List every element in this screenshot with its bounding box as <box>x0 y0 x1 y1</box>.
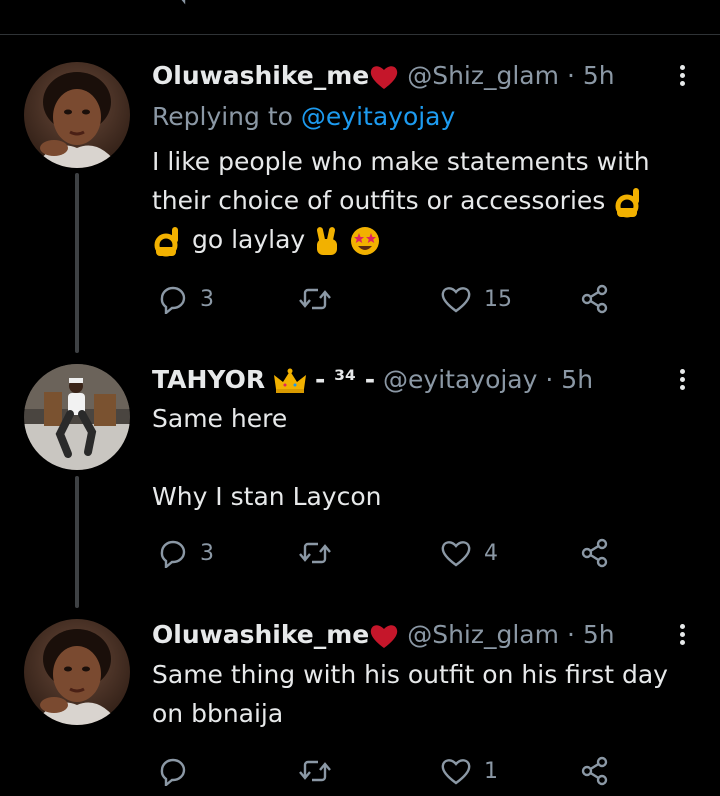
reply-count: 3 <box>200 540 214 566</box>
tweet-actions: 1 <box>152 754 622 788</box>
timestamp[interactable]: · 5h <box>567 61 615 90</box>
retweet-icon[interactable] <box>297 0 337 6</box>
timestamp[interactable]: · 5h <box>545 365 593 394</box>
tweet-actions: 3 4 <box>152 536 622 570</box>
mention-link[interactable]: @eyitayojay <box>301 102 455 131</box>
like-count: 15 <box>484 286 512 312</box>
tweet-header: TAHYOR - ³⁴ - @eyitayojay · 5h <box>152 362 593 398</box>
tweet-header: Oluwashike_me @Shiz_glam · 5h <box>152 617 615 653</box>
retweet-button[interactable] <box>297 754 333 788</box>
text-line: Same thing with his outfit on his first … <box>152 660 668 689</box>
retweet-icon <box>299 288 331 310</box>
tweet-text: Same here Why I stan Laycon <box>152 399 697 516</box>
more-icon[interactable] <box>672 62 692 90</box>
like-button[interactable]: 4 <box>440 536 498 570</box>
text-line: their choice of outfits or accessories <box>152 186 606 215</box>
text-line: Why I stan Laycon <box>152 482 382 511</box>
share-icon <box>581 756 608 786</box>
reply-count: 3 <box>200 286 214 312</box>
handle[interactable]: @eyitayojay <box>383 365 537 394</box>
share-icon[interactable] <box>582 0 612 6</box>
retweet-button[interactable] <box>297 536 333 570</box>
text-line: I like people who make statements with <box>152 147 650 176</box>
reply-button[interactable] <box>158 754 188 788</box>
like-icon <box>441 759 471 785</box>
display-name[interactable]: Oluwashike_me <box>152 61 369 90</box>
share-icon <box>581 284 608 314</box>
more-icon[interactable] <box>672 621 692 649</box>
reply-icon <box>160 286 186 314</box>
share-button[interactable] <box>580 282 610 316</box>
text-line: on bbnaija <box>152 699 284 728</box>
tweet[interactable]: TAHYOR - ³⁴ - @eyitayojay · 5h Same here… <box>0 362 720 582</box>
reply-button[interactable]: 3 <box>158 282 214 316</box>
like-count: 1 <box>484 758 498 784</box>
text-line: go laylay <box>191 225 306 254</box>
replying-prefix: Replying to <box>152 102 293 131</box>
reply-icon <box>160 758 186 786</box>
tweet-header: Oluwashike_me @Shiz_glam · 5h <box>152 58 615 94</box>
like-count: 4 <box>484 540 498 566</box>
retweet-button[interactable] <box>297 282 333 316</box>
like-icon <box>441 287 471 313</box>
text-line: Same here <box>152 404 288 433</box>
name-suffix: - ³⁴ - <box>315 365 376 394</box>
avatar[interactable] <box>24 619 130 725</box>
like-button[interactable]: 15 <box>440 282 512 316</box>
like-icon <box>441 541 471 567</box>
reply-button[interactable]: 3 <box>158 536 214 570</box>
avatar[interactable] <box>24 62 130 168</box>
ok-hand-emoji <box>615 188 640 218</box>
crown-icon <box>274 368 307 393</box>
replying-to: Replying to @eyitayojay <box>152 99 455 135</box>
tweet[interactable]: Oluwashike_me @Shiz_glam · 5h Replying t… <box>0 58 720 328</box>
handle[interactable]: @Shiz_glam <box>407 61 559 90</box>
display-name[interactable]: Oluwashike_me <box>152 620 369 649</box>
tweet-actions: 3 15 <box>152 282 622 316</box>
share-icon <box>581 538 608 568</box>
like-icon[interactable] <box>442 0 476 6</box>
red-heart-icon <box>371 625 398 648</box>
more-icon[interactable] <box>672 366 692 394</box>
timestamp[interactable]: · 5h <box>567 620 615 649</box>
retweet-icon <box>299 760 331 782</box>
star-struck-emoji <box>351 227 380 255</box>
handle[interactable]: @Shiz_glam <box>407 620 559 649</box>
reply-icon[interactable] <box>160 0 194 6</box>
share-button[interactable] <box>580 536 610 570</box>
victory-hand-emoji <box>317 227 338 255</box>
divider <box>0 34 720 35</box>
like-button[interactable]: 1 <box>440 754 498 788</box>
reply-icon <box>160 540 186 568</box>
tweet-text: I like people who make statements with t… <box>152 142 697 259</box>
share-button[interactable] <box>580 754 610 788</box>
previous-tweet-actions <box>152 0 622 6</box>
display-name[interactable]: TAHYOR <box>152 365 265 394</box>
tweet-text: Same thing with his outfit on his first … <box>152 655 697 733</box>
avatar[interactable] <box>24 364 130 470</box>
tweet[interactable]: Oluwashike_me @Shiz_glam · 5h Same thing… <box>0 617 720 796</box>
ok-hand-emoji <box>154 227 178 257</box>
text-line <box>152 438 697 477</box>
retweet-icon <box>299 542 331 564</box>
red-heart-icon <box>371 66 398 89</box>
